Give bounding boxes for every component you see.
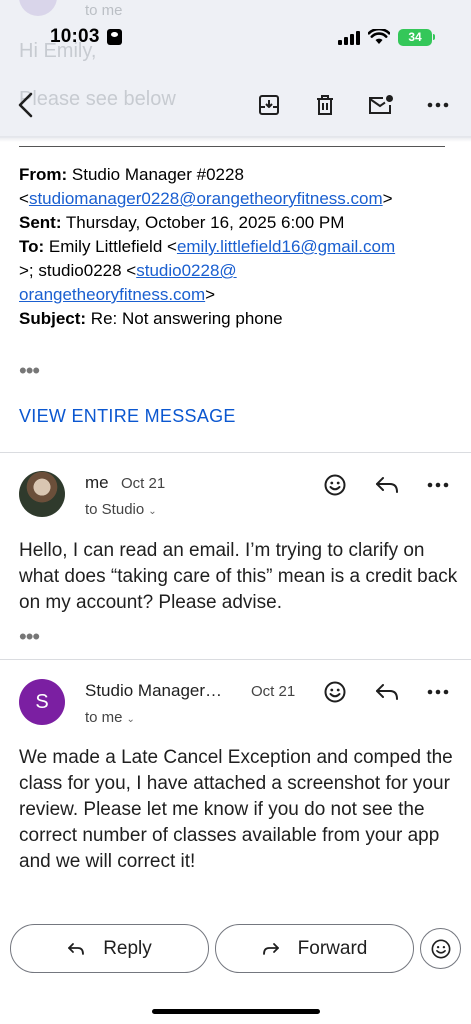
previous-message-avatar	[19, 0, 57, 16]
forward-arrow-icon	[262, 942, 279, 955]
emoji-reaction-icon[interactable]	[320, 470, 350, 500]
to-email-link[interactable]: emily.littlefield16@gmail.com	[177, 237, 395, 256]
show-trimmed-content-icon[interactable]: •••	[19, 626, 40, 648]
trash-icon[interactable]	[308, 88, 342, 122]
message-toolbar	[0, 78, 471, 134]
chevron-down-icon: ⌄	[126, 714, 135, 725]
sent-label: Sent:	[19, 213, 62, 232]
sender-name: Studio Manager…	[85, 681, 223, 700]
reply-icon[interactable]	[372, 470, 402, 500]
show-trimmed-content-icon[interactable]: •••	[19, 360, 40, 382]
studio-email-link[interactable]: studio0228@	[136, 261, 236, 280]
sender-name: me	[85, 473, 109, 492]
message-divider	[0, 659, 471, 660]
from-label: From:	[19, 165, 68, 184]
more-options-icon[interactable]	[423, 470, 453, 500]
more-options-icon[interactable]	[423, 677, 453, 707]
message-body: Hello, I can read an email. I’m trying t…	[19, 540, 458, 613]
reply-label: Reply	[103, 937, 152, 959]
avatar[interactable]	[19, 471, 65, 517]
wifi-icon	[368, 29, 390, 44]
message-date: Oct 21	[251, 683, 296, 700]
toolbar-shadow	[0, 136, 471, 142]
cellular-signal-icon	[338, 30, 360, 45]
emoji-reaction-icon[interactable]	[320, 677, 350, 707]
more-vert-icon[interactable]	[421, 88, 455, 122]
focus-id-icon	[107, 29, 122, 45]
sent-value: Thursday, October 16, 2025 6:00 PM	[65, 213, 345, 232]
chevron-down-icon: ⌄	[148, 506, 157, 517]
battery-level: 34	[398, 29, 432, 46]
status-bar: 10:03 34	[0, 20, 471, 54]
forward-button[interactable]: Forward	[215, 924, 414, 973]
battery-tip	[433, 34, 435, 40]
archive-icon[interactable]	[252, 88, 286, 122]
avatar[interactable]: S	[19, 679, 65, 725]
emoji-reaction-button[interactable]	[420, 928, 461, 969]
to-continued: >; studio0228 <	[19, 261, 137, 280]
reply-icon[interactable]	[372, 677, 402, 707]
from-email-link[interactable]: studiomanager0228@orangetheoryfitness.co…	[29, 189, 383, 208]
quote-divider	[19, 146, 445, 147]
view-entire-message-link[interactable]: VIEW ENTIRE MESSAGE	[19, 406, 236, 427]
reply-arrow-icon	[68, 942, 85, 955]
emoji-icon	[431, 939, 450, 958]
subject-value: Re: Not answering phone	[90, 309, 283, 328]
previous-message-recipients: to me	[85, 2, 123, 19]
recipients-text: to Studio	[85, 501, 145, 518]
reply-button[interactable]: Reply	[10, 924, 209, 973]
message-divider	[0, 452, 471, 453]
quoted-header: From: Studio Manager #0228 <studiomanage…	[19, 165, 396, 328]
recipients-toggle[interactable]: to me ⌄	[85, 709, 135, 726]
status-time: 10:03	[50, 26, 100, 47]
subject-label: Subject:	[19, 309, 87, 328]
recipients-toggle[interactable]: to Studio ⌄	[85, 501, 157, 518]
message-date: Oct 21	[121, 475, 166, 492]
from-name: Studio Manager #0228	[71, 165, 244, 184]
studio-email-link-cont[interactable]: orangetheoryfitness.com	[19, 285, 205, 304]
back-arrow-icon[interactable]	[8, 88, 42, 122]
message-body: We made a Late Cancel Exception and comp…	[19, 747, 453, 872]
to-label: To:	[19, 237, 45, 256]
recipients-text: to me	[85, 709, 123, 726]
to-name: Emily Littlefield	[48, 237, 163, 256]
forward-label: Forward	[297, 937, 368, 959]
home-indicator[interactable]	[152, 1009, 320, 1014]
mail-unread-icon[interactable]	[364, 88, 398, 122]
